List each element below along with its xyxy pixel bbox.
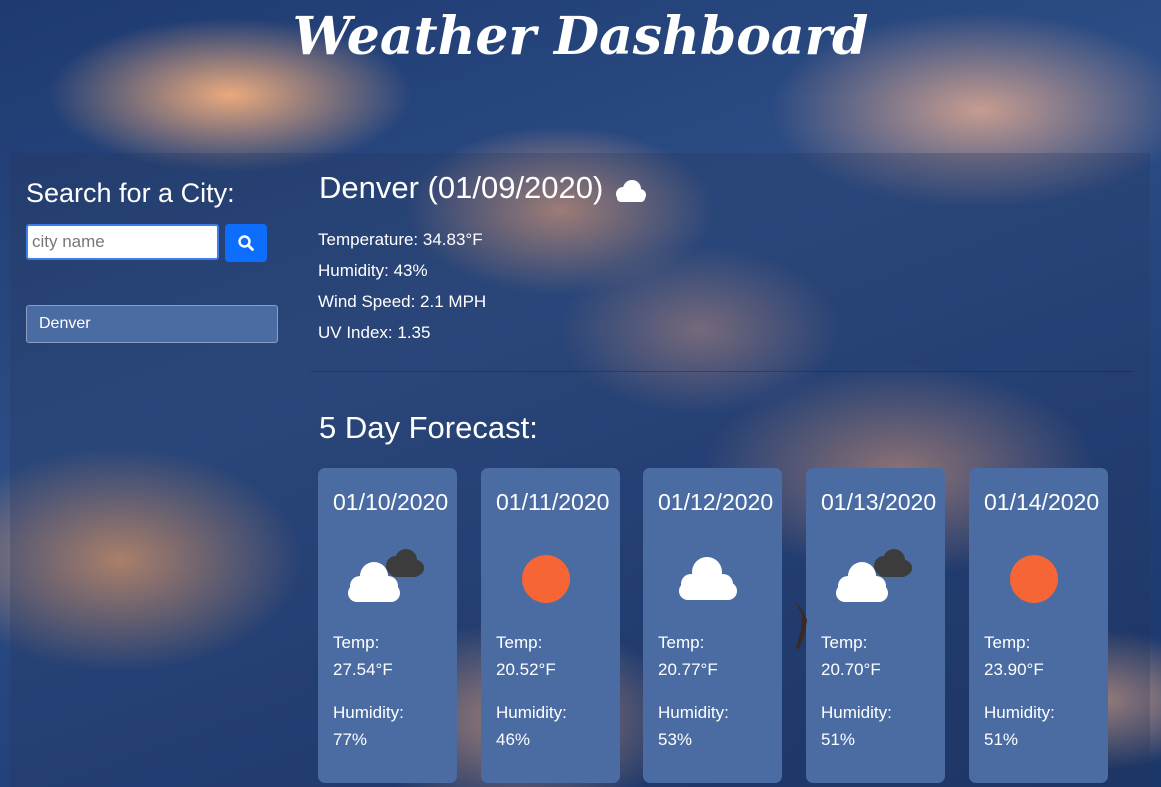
forecast-humidity-label: Humidity: [984, 703, 1055, 722]
forecast-card: 01/12/2020 Temp: 20.77°F Humidity: 53% [643, 468, 782, 783]
cloudy-icon [828, 546, 924, 608]
current-city-heading: Denver (01/09/2020) [319, 170, 649, 212]
forecast-temp: 20.77°F [658, 660, 718, 679]
forecast-heading: 5 Day Forecast: [319, 410, 538, 445]
history-item-denver[interactable]: Denver [26, 305, 278, 343]
forecast-humidity: 51% [821, 730, 856, 749]
forecast-humidity-label: Humidity: [821, 703, 892, 722]
search-input[interactable] [26, 224, 219, 260]
current-city-date: Denver (01/09/2020) [319, 170, 604, 205]
forecast-temp-label: Temp: [984, 633, 1031, 652]
forecast-card: 01/11/2020 Temp: 20.52°F Humidity: 46% [481, 468, 620, 783]
forecast-temp: 23.90°F [984, 660, 1044, 679]
search-icon [238, 235, 254, 251]
current-uv-index: UV Index: 1.35 [318, 323, 431, 342]
search-heading: Search for a City: [26, 178, 235, 208]
forecast-temp-label: Temp: [658, 633, 705, 652]
forecast-temp-label: Temp: [333, 633, 380, 652]
forecast-date: 01/12/2020 [658, 489, 774, 515]
forecast-humidity-label: Humidity: [658, 703, 729, 722]
forecast-card: 01/10/2020 Temp: 27.54°F Humidity: 77% [318, 468, 457, 783]
forecast-humidity: 51% [984, 730, 1019, 749]
page-title: Weather Dashboard [292, 6, 869, 67]
airplane-silhouette [795, 602, 807, 649]
forecast-humidity-label: Humidity: [333, 703, 404, 722]
cloudy-icon [340, 546, 436, 608]
forecast-temp-label: Temp: [821, 633, 868, 652]
forecast-date: 01/11/2020 [496, 489, 610, 515]
cloud-icon [665, 546, 761, 608]
current-temperature: Temperature: 34.83°F [318, 230, 483, 249]
forecast-date: 01/10/2020 [333, 489, 449, 515]
divider [311, 371, 1134, 372]
current-humidity: Humidity: 43% [318, 261, 428, 280]
forecast-humidity-label: Humidity: [496, 703, 567, 722]
forecast-temp: 27.54°F [333, 660, 393, 679]
forecast-temp: 20.52°F [496, 660, 556, 679]
forecast-card: 01/13/2020 Temp: 20.70°F Humidity: 51% [806, 468, 945, 783]
forecast-temp: 20.70°F [821, 660, 881, 679]
forecast-date: 01/13/2020 [821, 489, 937, 515]
current-wind-speed: Wind Speed: 2.1 MPH [318, 292, 487, 311]
forecast-temp-label: Temp: [496, 633, 543, 652]
sun-icon [503, 546, 599, 608]
forecast-humidity: 46% [496, 730, 531, 749]
forecast-humidity: 53% [658, 730, 693, 749]
forecast-date: 01/14/2020 [984, 489, 1100, 515]
cloud-icon [611, 176, 649, 212]
forecast-card: 01/14/2020 Temp: 23.90°F Humidity: 51% [969, 468, 1108, 783]
search-button[interactable] [225, 224, 267, 262]
sun-icon [991, 546, 1087, 608]
forecast-humidity: 77% [333, 730, 368, 749]
